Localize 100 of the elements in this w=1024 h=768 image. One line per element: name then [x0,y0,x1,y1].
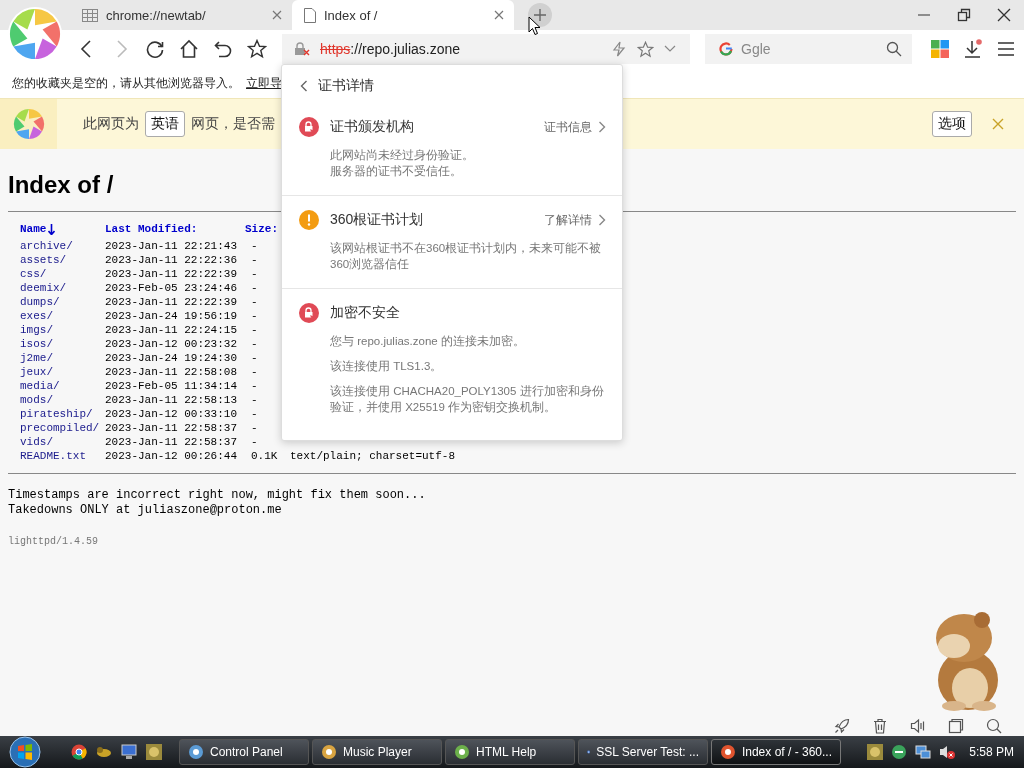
popup-title: 证书详情 [318,77,374,95]
file-link[interactable]: jeux/ [20,366,53,378]
browser-tab[interactable]: Index of / [292,0,514,30]
file-link[interactable]: media/ [20,380,60,392]
taskbar-button[interactable]: Music Player [312,739,442,765]
options-button[interactable]: 选项 [932,111,972,137]
lock-error-icon [299,303,319,323]
page-icon [304,7,316,23]
page-title: Index of / [8,171,114,199]
size-cell: - [251,296,258,308]
lightning-icon[interactable] [611,41,627,57]
browser-logo[interactable] [7,6,63,62]
grid-icon [82,8,98,22]
size-cell: - [251,240,258,252]
search-icon[interactable] [986,718,1002,734]
taskbar-button[interactable]: HTML Help [445,739,575,765]
start-button[interactable] [6,736,44,768]
column-header[interactable]: Name [20,223,47,235]
section-link[interactable]: 证书信息 [544,118,606,136]
section-link[interactable]: 了解详情 [544,211,606,229]
chevron-right-icon [598,214,606,226]
file-link[interactable]: pirateship/ [20,408,93,420]
animal-icon[interactable] [96,744,112,760]
file-link[interactable]: README.txt [20,450,86,462]
file-link[interactable]: mods/ [20,394,53,406]
chevron-right-icon [598,121,606,133]
restore-icon[interactable] [957,8,971,22]
network-icon[interactable] [915,744,932,760]
undo-icon[interactable] [213,39,233,59]
close-icon[interactable] [997,8,1011,22]
section-text: 您与 repo.julias.zone 的连接未加密。 [330,334,526,349]
section-text: 该网站根证书不在360根证书计划内，未来可能不被360浏览器信任 [330,241,603,272]
file-link[interactable]: deemix/ [20,282,67,294]
tray-icon[interactable] [891,744,908,760]
file-link[interactable]: dumps/ [20,296,60,308]
size-cell: - [251,366,258,378]
chrome-icon[interactable] [71,744,87,760]
speaker-icon[interactable] [910,718,926,734]
close-icon[interactable] [494,10,504,20]
modified-cell: 2023-Jan-11 22:22:36 [105,254,238,266]
section-title: 证书颁发机构 [330,118,414,136]
size-cell: 0.1K [251,450,278,462]
browser-logo [12,108,45,140]
g-logo-icon [719,42,733,56]
address-bar[interactable]: https://repo.julias.zone [282,34,690,64]
section-text: 此网站尚未经过身份验证。 [330,148,475,163]
file-link[interactable]: precompiled/ [20,422,100,434]
section-text: 服务器的证书不受信任。 [330,164,463,179]
file-link[interactable]: imgs/ [20,324,53,336]
file-link[interactable]: vids/ [20,436,53,448]
rocket-icon[interactable] [834,718,850,734]
app-icon [454,744,470,760]
note-text: Timestamps are incorrect right now, might fix them soon... [8,488,427,503]
file-link[interactable]: css/ [20,268,47,280]
file-link[interactable]: isos/ [20,338,53,350]
url-host: ://repo.julias.zone [350,41,461,57]
file-link[interactable]: j2me/ [20,352,53,364]
search-field[interactable]: Ggle [705,34,912,64]
file-link[interactable]: archive/ [20,240,73,252]
language-button[interactable]: 英语 [145,111,185,137]
star-icon[interactable] [637,40,654,58]
browser-tab[interactable]: chrome://newtab/ [70,0,292,30]
size-cell: - [251,394,258,406]
tray-icon[interactable] [867,744,884,760]
size-cell: - [251,352,258,364]
section-text: 该连接使用 TLS1.3。 [330,359,444,374]
reload-icon[interactable] [145,39,165,59]
home-icon[interactable] [179,39,199,59]
taskbar-button[interactable]: Control Panel [179,739,309,765]
column-header[interactable]: Size: [245,223,278,235]
muted-speaker-icon[interactable] [939,744,956,760]
search-input[interactable]: Ggle [739,40,880,58]
search-icon[interactable] [886,41,902,57]
clock[interactable]: 5:58 PM [969,745,1014,759]
modified-cell: 2023-Jan-11 22:22:39 [105,296,238,308]
download-icon[interactable] [963,39,983,59]
bookmarks-message: 您的收藏夹是空的，请从其他浏览器导入。 [12,74,240,92]
menu-icon[interactable] [997,41,1015,57]
modified-cell: 2023-Jan-11 22:21:43 [105,240,238,252]
size-cell: - [251,282,258,294]
computer-icon[interactable] [121,744,137,760]
lock-error-icon [299,117,319,137]
chevron-down-icon[interactable] [664,45,676,53]
trash-icon[interactable] [872,718,888,734]
file-link[interactable]: exes/ [20,310,53,322]
taskbar-button[interactable]: Index of / - 360... [711,739,841,765]
file-link[interactable]: assets/ [20,254,67,266]
tab-title: chrome://newtab/ [106,7,207,23]
server-signature: lighttpd/1.4.59 [8,536,99,547]
modified-cell: 2023-Feb-05 23:24:46 [105,282,238,294]
url-scheme: https [320,41,351,57]
section-text: 该连接使用 CHACHA20_POLY1305 进行加密和身份验证，并使用 X25519 作为密钥交换机制。 [330,384,605,415]
taskbar-button[interactable]: SSL Server Test: ... [578,739,708,765]
column-header[interactable]: Last Modified: [105,223,198,235]
import-link[interactable]: 立即导 [246,74,282,92]
window-icon[interactable] [948,718,964,734]
section-title: 加密不安全 [330,304,400,322]
size-cell: - [251,380,258,392]
type-cell: text/plain; charset=utf-8 [290,450,456,462]
star-icon[interactable] [247,39,267,59]
